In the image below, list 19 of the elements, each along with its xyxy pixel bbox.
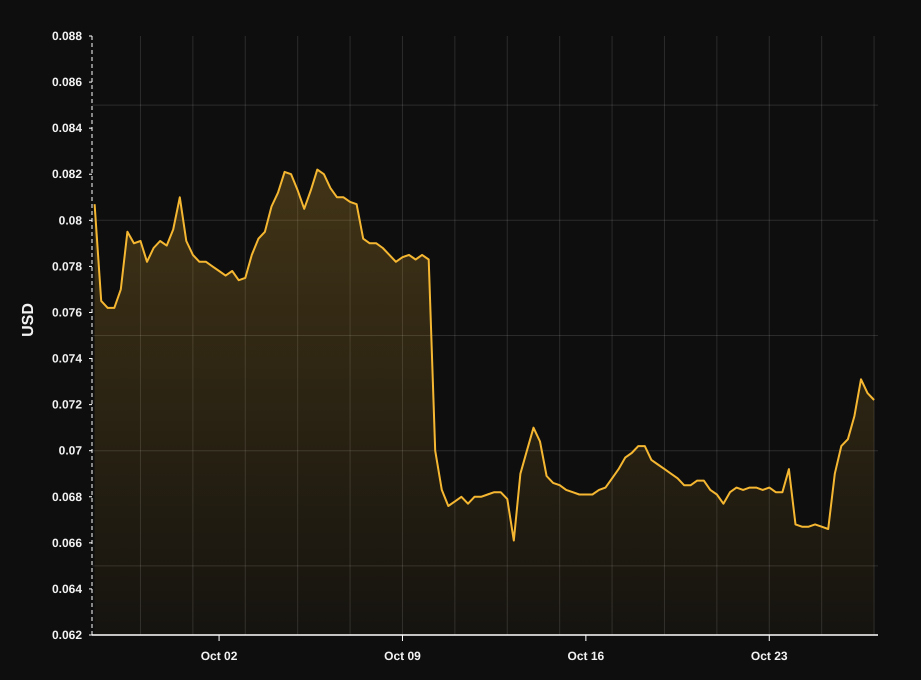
x-tick-label: Oct 09 bbox=[384, 649, 421, 663]
y-tick-label: 0.068 bbox=[52, 490, 82, 504]
y-tick-label: 0.07 bbox=[58, 444, 82, 458]
y-tick-label: 0.084 bbox=[52, 121, 82, 136]
y-tick-label: 0.072 bbox=[52, 398, 82, 412]
y-tick-label: 0.062 bbox=[52, 628, 82, 642]
y-tick-label: 0.082 bbox=[52, 167, 82, 182]
y-tick-label: 0.078 bbox=[52, 259, 82, 274]
y-tick-label: 0.076 bbox=[52, 305, 82, 320]
y-tick-label: 0.086 bbox=[52, 75, 82, 90]
y-tick-label: 0.08 bbox=[58, 213, 82, 228]
x-tick-label: Oct 02 bbox=[200, 649, 238, 663]
x-tick-label: Oct 16 bbox=[568, 649, 604, 663]
y-tick-label: 0.064 bbox=[52, 582, 82, 596]
y-tick-label: 0.088 bbox=[52, 29, 82, 43]
y-tick-label: 0.066 bbox=[52, 536, 82, 550]
x-tick-label: Oct 23 bbox=[750, 649, 788, 663]
axis-title: USD bbox=[20, 303, 37, 337]
y-tick-label: 0.074 bbox=[52, 352, 82, 366]
